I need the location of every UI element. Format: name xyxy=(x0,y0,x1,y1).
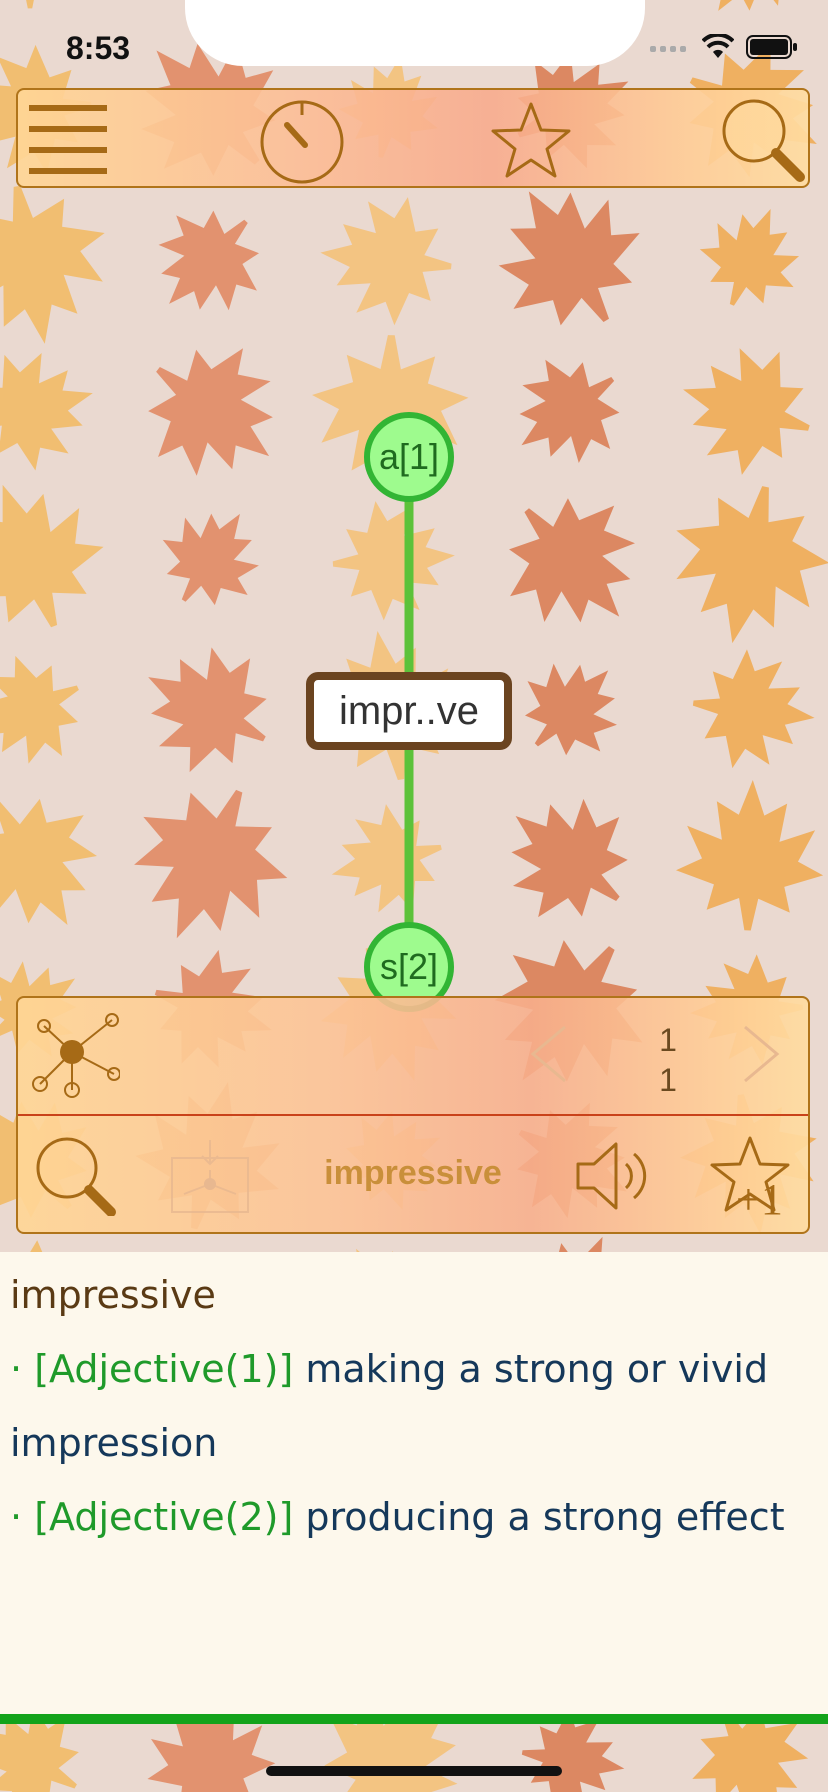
definition-text: producing a strong effect xyxy=(305,1495,785,1539)
search-icon xyxy=(36,1137,116,1216)
signal-icon xyxy=(650,46,686,52)
graph-view-button[interactable] xyxy=(30,1008,120,1102)
speak-button[interactable] xyxy=(574,1138,656,1214)
svg-text:+1: +1 xyxy=(736,1175,783,1218)
definition-sense: · [Adjective(1)] making a strong or vivi… xyxy=(10,1332,818,1480)
next-button[interactable] xyxy=(736,1024,786,1084)
bottom-accent-bar xyxy=(0,1714,828,1724)
home-indicator[interactable] xyxy=(266,1766,562,1776)
status-bar: 8:53 xyxy=(0,0,828,100)
panel-action-row: impressive +1 xyxy=(18,1116,808,1232)
system-icons xyxy=(650,34,798,60)
page-counter: 1 1 xyxy=(638,1020,698,1100)
menu-button[interactable] xyxy=(24,90,112,190)
part-of-speech: [Adjective(1)] xyxy=(34,1347,294,1391)
previous-button[interactable] xyxy=(524,1024,574,1084)
graph-node-label: a[1] xyxy=(378,436,440,477)
import-graph-button[interactable] xyxy=(170,1138,250,1214)
network-graph-icon xyxy=(32,1013,120,1098)
chevron-right-icon xyxy=(744,1025,780,1083)
control-panel: 1 1 impressive +1 xyxy=(16,996,810,1234)
top-toolbar xyxy=(16,88,810,188)
add-favorite-button[interactable]: +1 xyxy=(710,1134,798,1218)
page-counter-top: 1 xyxy=(659,1022,677,1058)
search-button[interactable] xyxy=(718,90,808,190)
search-icon xyxy=(722,99,805,182)
notch xyxy=(185,0,645,66)
bullet: · xyxy=(10,1347,23,1391)
star-icon xyxy=(491,102,571,178)
definition-sense: · [Adjective(2)] producing a strong effe… xyxy=(10,1480,818,1554)
favorites-button[interactable] xyxy=(486,90,576,190)
timer-button[interactable] xyxy=(254,90,350,190)
status-time: 8:53 xyxy=(66,30,131,66)
import-graph-icon xyxy=(171,1140,249,1213)
panel-navigation-row: 1 1 xyxy=(18,998,808,1116)
part-of-speech: [Adjective(2)] xyxy=(34,1495,294,1539)
wifi-icon xyxy=(702,34,734,58)
graph-node-label: s[2] xyxy=(379,946,439,987)
timer-icon xyxy=(260,100,344,184)
definition-word: impressive xyxy=(10,1273,216,1317)
center-word-box[interactable]: impr..ve xyxy=(306,672,512,750)
hamburger-icon xyxy=(29,105,107,174)
current-word: impressive xyxy=(324,1154,502,1192)
bullet: · xyxy=(10,1495,23,1539)
center-word-label: impr..ve xyxy=(338,688,480,733)
lookup-button[interactable] xyxy=(32,1136,118,1216)
graph-node-a[interactable]: a[1] xyxy=(364,412,454,502)
chevron-left-icon xyxy=(530,1025,566,1083)
battery-icon xyxy=(746,35,797,59)
star-plus-one-icon: +1 xyxy=(710,1136,790,1218)
definition-panel: impressive · [Adjective(1)] making a str… xyxy=(0,1252,828,1714)
speaker-icon xyxy=(576,1142,647,1210)
page-counter-bottom: 1 xyxy=(659,1062,677,1098)
